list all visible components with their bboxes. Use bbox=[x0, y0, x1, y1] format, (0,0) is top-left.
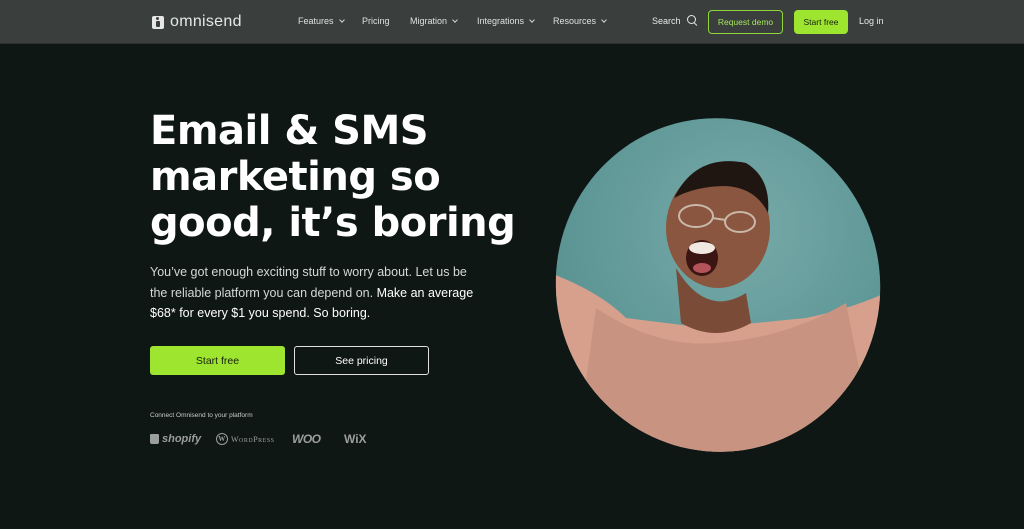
nav-item-label: Integrations bbox=[477, 16, 525, 26]
chevron-down-icon bbox=[338, 17, 345, 23]
shopify-label: shopify bbox=[162, 433, 202, 445]
omnisend-logo-icon bbox=[152, 15, 164, 29]
wordpress-logo[interactable]: W WordPress bbox=[216, 433, 292, 445]
nav-item-resources[interactable]: Resources bbox=[553, 16, 607, 26]
woocommerce-logo[interactable]: WOO bbox=[292, 432, 344, 446]
hero-headline: Email & SMS marketing so good, it’s bori… bbox=[150, 108, 530, 246]
wix-logo[interactable]: WiX bbox=[344, 432, 367, 446]
woo-label: WOO bbox=[292, 432, 321, 446]
connect-platform-label: Connect Omnisend to your platform bbox=[150, 412, 253, 419]
headline-line: good, it’s boring bbox=[150, 200, 516, 246]
wordpress-label: WordPress bbox=[231, 434, 275, 444]
nav-item-migration[interactable]: Migration bbox=[410, 16, 458, 26]
nav-item-label: Resources bbox=[553, 16, 597, 26]
shopify-bag-icon bbox=[150, 434, 159, 444]
shopify-logo[interactable]: shopify bbox=[150, 433, 216, 445]
chevron-down-icon bbox=[529, 17, 535, 23]
wix-label: WiX bbox=[344, 432, 367, 446]
nav-item-integrations[interactable]: Integrations bbox=[477, 16, 535, 26]
nav-item-label: Pricing bbox=[362, 16, 390, 26]
search-icon bbox=[686, 15, 698, 26]
top-nav: omnisend Features Pricing Migration Inte… bbox=[0, 0, 1024, 44]
omnisend-logo[interactable]: omnisend bbox=[152, 12, 242, 32]
hero-photo bbox=[524, 87, 912, 483]
smiling-person-illustration bbox=[536, 161, 896, 452]
hero-subtext: You’ve got enough exciting stuff to worr… bbox=[150, 262, 480, 324]
search-label: Search bbox=[652, 15, 681, 26]
headline-line: Email & SMS bbox=[150, 108, 429, 154]
wordpress-icon: W bbox=[216, 433, 228, 445]
request-demo-button[interactable]: Request demo bbox=[708, 10, 783, 34]
brand-name: omnisend bbox=[170, 13, 242, 30]
headline-line: marketing so bbox=[150, 154, 441, 200]
see-pricing-button[interactable]: See pricing bbox=[294, 346, 429, 375]
search-button[interactable]: Search bbox=[652, 15, 698, 26]
nav-item-features[interactable]: Features bbox=[298, 16, 345, 26]
nav-item-label: Migration bbox=[410, 16, 448, 26]
nav-item-label: Features bbox=[298, 16, 334, 26]
chevron-down-icon bbox=[452, 17, 458, 23]
nav-item-pricing[interactable]: Pricing bbox=[362, 16, 390, 26]
platform-logos: shopify W WordPress WOO WiX bbox=[150, 430, 367, 448]
start-free-button[interactable]: Start free bbox=[150, 346, 285, 375]
login-link[interactable]: Log in bbox=[859, 16, 884, 26]
chevron-down-icon bbox=[601, 17, 607, 23]
start-free-nav-button[interactable]: Start free bbox=[794, 10, 848, 34]
